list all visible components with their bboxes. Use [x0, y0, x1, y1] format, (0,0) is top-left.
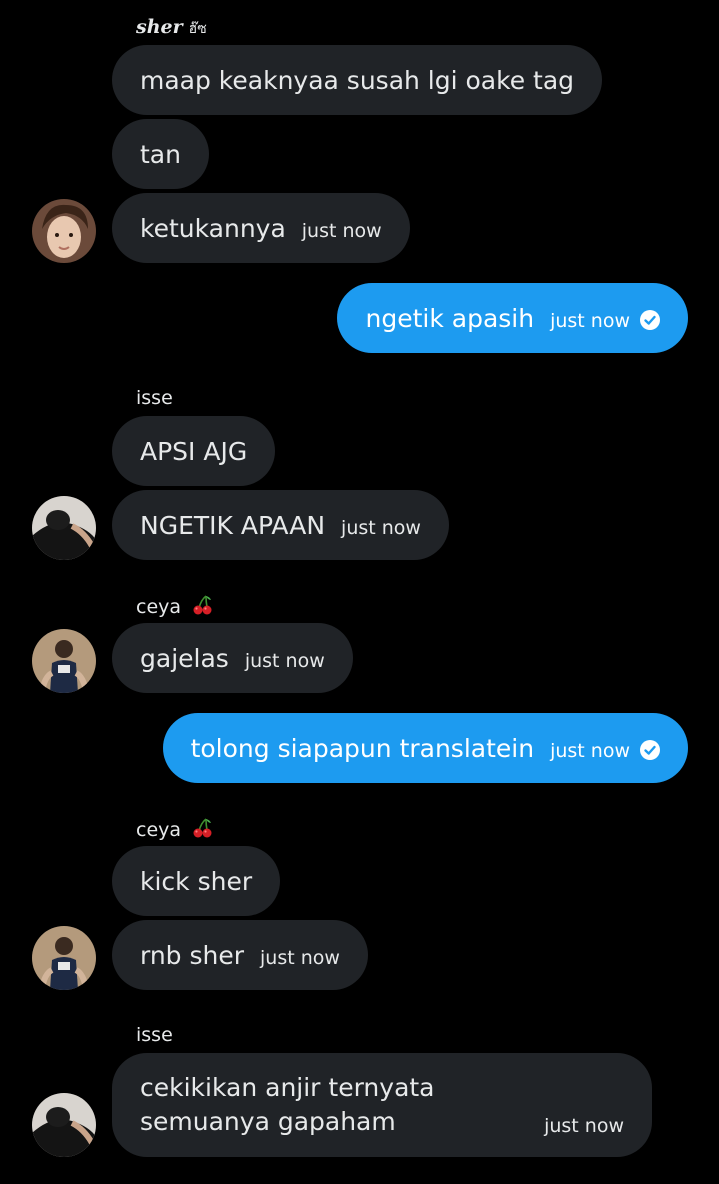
message-text: kick sher	[140, 866, 253, 896]
message-text: tan	[140, 139, 181, 169]
message-timestamp: just now	[550, 310, 630, 332]
message-text: maap keaknyaa susah lgi oake tag	[140, 65, 575, 95]
message-text: NGETIK APAAN	[140, 510, 326, 540]
sender-name: ceya	[136, 594, 213, 621]
outgoing-message-bubble[interactable]: tolong siapapun translatein just now	[162, 713, 688, 783]
sender-name: isse	[136, 387, 173, 409]
sender-name-suffix: ฮ๊ซ	[188, 21, 207, 37]
sender-name: sher ฮ๊ซ	[136, 16, 207, 40]
message-text: ketukannya	[140, 213, 286, 243]
message-bubble[interactable]: ketukannya just now	[112, 193, 410, 263]
avatar[interactable]	[32, 1093, 96, 1157]
sender-name: isse	[136, 1024, 173, 1046]
read-check-icon	[640, 310, 660, 330]
avatar[interactable]	[32, 926, 96, 990]
sender-name: ceya	[136, 817, 213, 844]
message-text: ngetik apasih	[365, 303, 535, 333]
message-bubble[interactable]: kick sher	[112, 846, 281, 916]
message-bubble[interactable]: NGETIK APAAN just now	[112, 490, 449, 560]
sender-name-text: ceya	[136, 819, 182, 841]
sender-name-text: sher	[136, 16, 183, 38]
sender-name-text: isse	[136, 387, 173, 409]
outgoing-message-bubble[interactable]: ngetik apasih just now	[337, 283, 688, 353]
message-text: cekikikan anjir ternyata semuanya gapaha…	[140, 1073, 435, 1136]
message-timestamp: just now	[260, 947, 340, 969]
message-text: gajelas	[140, 643, 229, 673]
message-text: tolong siapapun translatein	[190, 733, 535, 763]
message-timestamp: just now	[244, 650, 325, 672]
message-bubble[interactable]: cekikikan anjir ternyata semuanya gapaha…	[112, 1053, 652, 1157]
cherry-icon	[191, 594, 213, 621]
message-bubble[interactable]: gajelas just now	[112, 623, 353, 693]
sender-name-text: ceya	[136, 596, 182, 618]
avatar[interactable]	[32, 629, 96, 693]
avatar[interactable]	[32, 496, 96, 560]
message-text: APSI AJG	[140, 436, 248, 466]
message-bubble[interactable]: maap keaknyaa susah lgi oake tag	[112, 45, 603, 115]
message-timestamp: just now	[544, 1115, 624, 1137]
cherry-icon	[191, 817, 213, 844]
message-timestamp: just now	[301, 220, 382, 242]
message-bubble[interactable]: APSI AJG	[112, 416, 276, 486]
message-bubble[interactable]: tan	[112, 119, 209, 189]
message-bubble[interactable]: rnb sher just now	[112, 920, 368, 990]
read-check-icon	[640, 740, 660, 760]
message-text: rnb sher	[140, 940, 245, 970]
message-timestamp: just now	[341, 517, 421, 539]
sender-name-text: isse	[136, 1024, 173, 1046]
message-timestamp: just now	[550, 740, 630, 762]
avatar[interactable]	[32, 199, 96, 263]
